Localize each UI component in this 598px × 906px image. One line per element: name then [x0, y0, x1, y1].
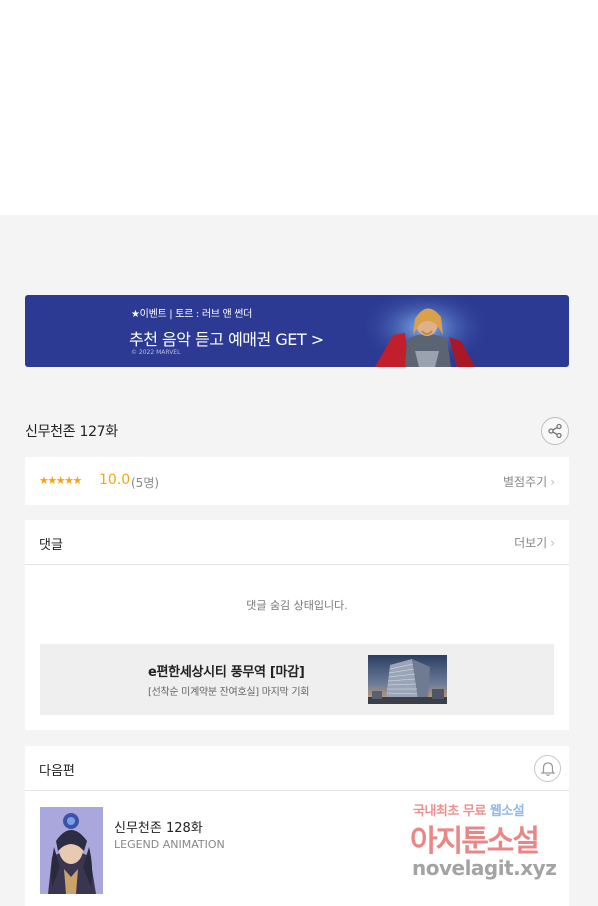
ad-banner[interactable]: e편한세상시티 풍무역 [마감] [선착순 미계약분 잔여호실] 마지막 기회 — [40, 644, 554, 715]
comments-hidden-message: 댓글 숨김 상태입니다. — [246, 599, 348, 612]
top-blank-area — [0, 0, 598, 215]
rating-score: 10.0 — [99, 472, 131, 488]
banner-headline: 추천 음악 듣고 예매권 GET > — [129, 330, 324, 349]
rating-stars: ★★★★★ — [39, 474, 82, 487]
event-banner[interactable]: ★이벤트 | 토르 : 러브 앤 썬더 추천 음악 듣고 예매권 GET > ©… — [25, 295, 569, 367]
comment-title: 댓글 — [39, 538, 63, 553]
banner-copyright: © 2022 MARVEL — [131, 349, 181, 356]
comment-header: 댓글 더보기 › — [25, 520, 569, 565]
watermark-url: novelagit.xyz — [412, 856, 557, 880]
comment-more-label: 더보기 — [514, 536, 548, 550]
bell-icon — [540, 761, 555, 776]
ad-building-image — [368, 655, 447, 704]
watermark-brand: 아지툰소설 — [410, 824, 540, 859]
rating-count: (5명) — [131, 476, 160, 490]
notification-button[interactable] — [534, 755, 561, 782]
share-icon — [548, 423, 562, 439]
rate-button[interactable]: 별점주기 › — [503, 473, 555, 490]
next-episode-header: 다음편 — [25, 746, 569, 791]
next-section-title: 다음편 — [39, 764, 75, 779]
comment-more-button[interactable]: 더보기 › — [514, 534, 555, 551]
chevron-right-icon: › — [550, 475, 555, 489]
comment-card: 댓글 더보기 › 댓글 숨김 상태입니다. e편한세상시티 풍무역 [마감] [선… — [25, 520, 569, 730]
next-episode-thumbnail[interactable] — [40, 807, 103, 894]
ad-subtitle: [선착순 미계약분 잔여호실] 마지막 기회 — [148, 687, 310, 698]
banner-hero-illustration — [365, 295, 485, 367]
share-button[interactable] — [541, 417, 569, 445]
next-episode-studio: LEGEND ANIMATION — [114, 838, 225, 851]
episode-title: 신무천존 127화 — [25, 424, 118, 440]
next-episode-title[interactable]: 신무천존 128화 — [114, 817, 203, 836]
thumbnail-art — [40, 807, 103, 894]
banner-event-label: ★이벤트 | 토르 : 러브 앤 썬더 — [131, 309, 253, 320]
rate-button-label: 별점주기 — [503, 475, 548, 489]
site-watermark: 국내최초 무료 웹소설 아지툰소설 novelagit.xyz — [408, 800, 583, 890]
ad-title: e편한세상시티 풍무역 [마감] — [148, 665, 305, 680]
chevron-right-icon: › — [550, 536, 555, 550]
rating-card: ★★★★★ 10.0 (5명) 별점주기 › — [25, 457, 569, 505]
